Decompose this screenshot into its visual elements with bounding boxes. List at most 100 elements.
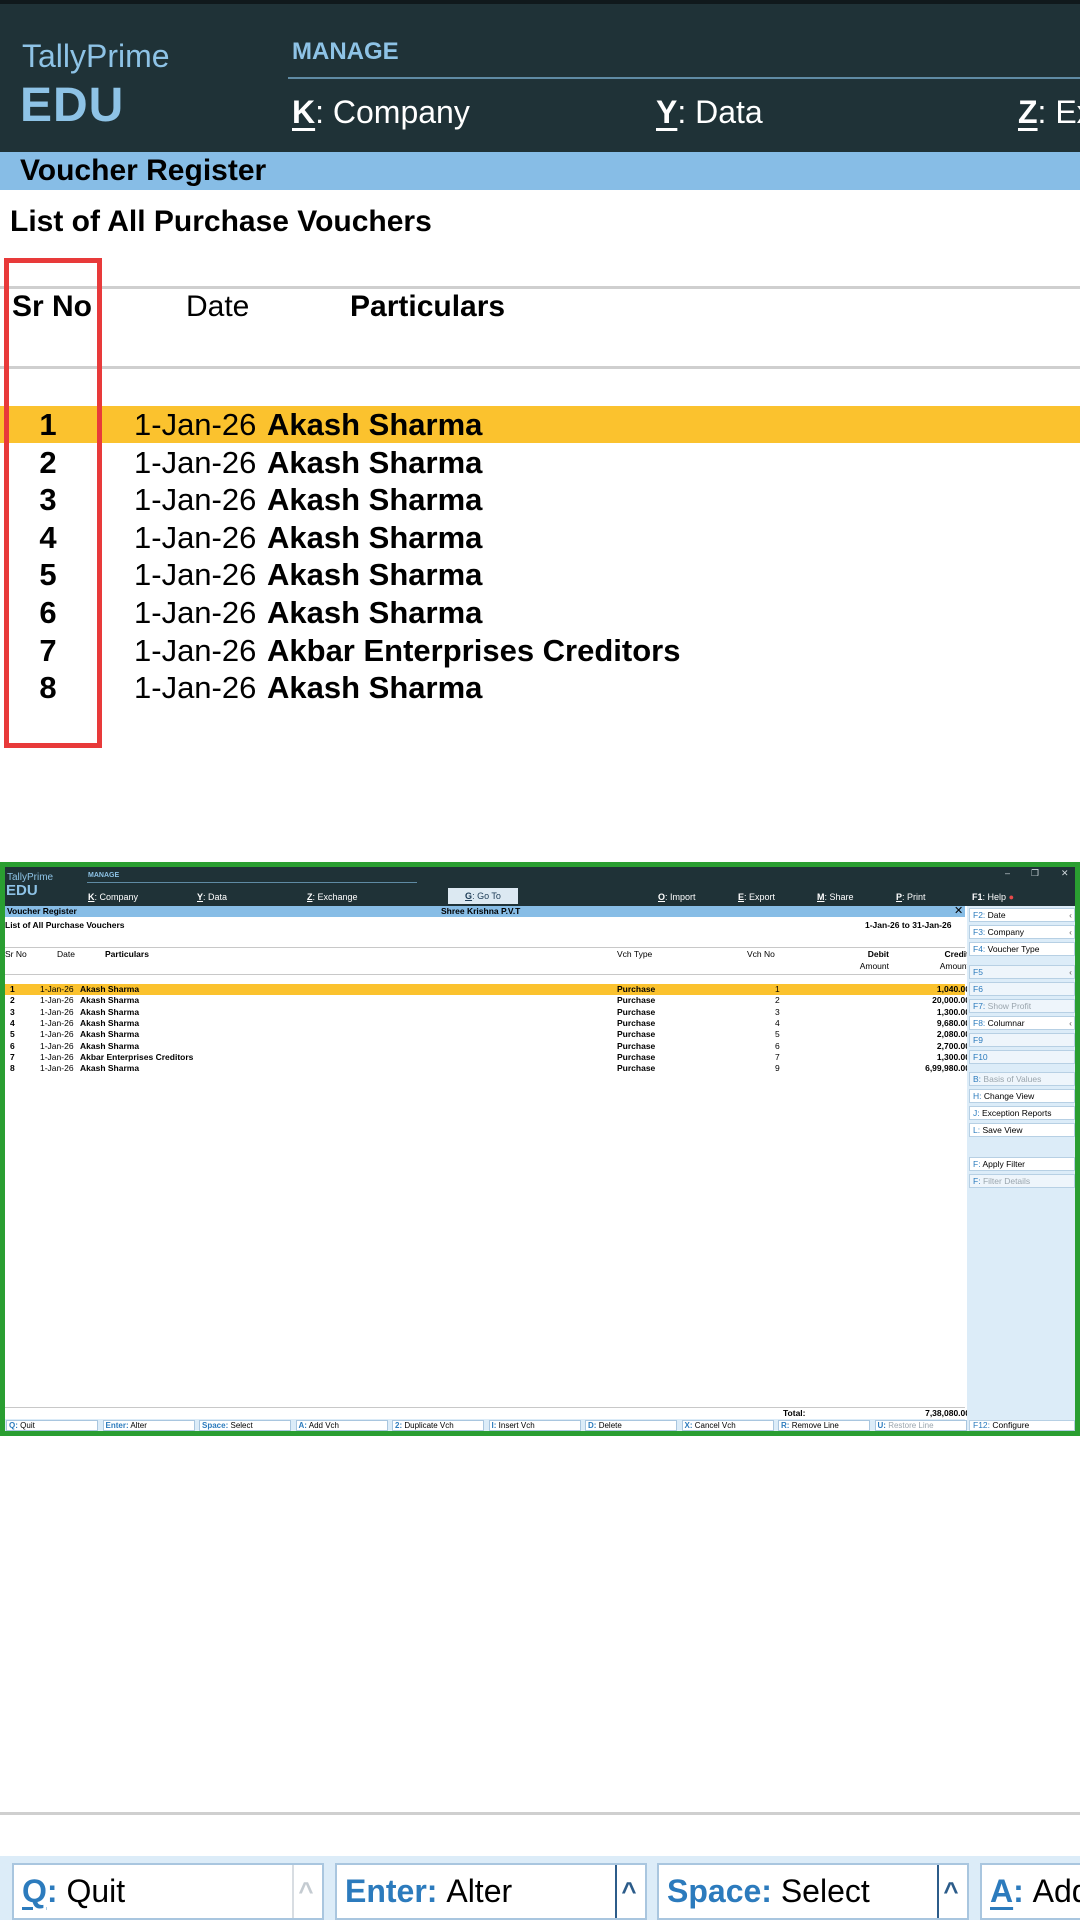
- sidebar-item-f6[interactable]: F6: [969, 982, 1075, 996]
- sr-no-cell: 1: [10, 984, 15, 994]
- zoomed-top-view: TallyPrime EDU MANAGE K: Company Y: Data…: [0, 0, 1080, 750]
- table-row[interactable]: 5 1-Jan-26 Akash Sharma Purchase 5 2,080.00: [5, 1029, 970, 1040]
- sr-no-cell: 6: [10, 1040, 15, 1051]
- bottom-button-add-vch[interactable]: A: Add Vch: [295, 1420, 388, 1431]
- bottom-button-restore-line[interactable]: U: Restore Line: [874, 1420, 967, 1431]
- close-report-icon[interactable]: ✕: [954, 905, 963, 917]
- menu-exchange[interactable]: Z: Exchange: [307, 892, 358, 902]
- sidebar-item-exception-reports[interactable]: J: Exception Reports: [969, 1106, 1075, 1120]
- sidebar-item-change-view[interactable]: H: Change View: [969, 1089, 1075, 1103]
- particulars-cell: Akash Sharma: [80, 1029, 140, 1040]
- column-vch-no: Vch No: [747, 949, 775, 959]
- table-row[interactable]: 2 1-Jan-26 Akash Sharma: [0, 444, 1080, 481]
- date-cell: 1-Jan-26: [134, 557, 257, 593]
- menu-print[interactable]: P: Print: [896, 892, 926, 902]
- table-row[interactable]: 1 1-Jan-26 Akash Sharma: [0, 406, 1080, 443]
- menu-export[interactable]: E: Export: [738, 892, 775, 902]
- date-cell: 1-Jan-26: [134, 407, 257, 442]
- bottom-button-duplicate-vch[interactable]: 2: Duplicate Vch: [392, 1420, 484, 1431]
- company-name: Shree Krishna P.V.T: [441, 906, 521, 916]
- table-row[interactable]: 5 1-Jan-26 Akash Sharma: [0, 556, 1080, 593]
- column-particulars: Particulars: [105, 949, 149, 959]
- particulars-cell: Akash Sharma: [267, 670, 483, 706]
- table-row[interactable]: 8 1-Jan-26 Akash Sharma: [0, 669, 1080, 706]
- date-cell: 1-Jan-26: [40, 1006, 74, 1017]
- particulars-cell: Akash Sharma: [80, 1006, 140, 1017]
- date-cell: 1-Jan-26: [40, 1029, 74, 1040]
- particulars-cell: Akbar Enterprises Creditors: [80, 1051, 194, 1062]
- column-header-bottom-rule: [5, 974, 965, 975]
- table-row[interactable]: 1 1-Jan-26 Akash Sharma Purchase 1 1,040.00: [5, 984, 970, 996]
- table-row[interactable]: 7 1-Jan-26 Akbar Enterprises Creditors Purc…: [5, 1051, 970, 1063]
- bottom-button-cancel-vch[interactable]: X: Cancel Vch: [681, 1420, 774, 1431]
- table-row[interactable]: 6 1-Jan-26 Akash Sharma: [0, 594, 1080, 631]
- table-row[interactable]: 3 1-Jan-26 Akash Sharma: [0, 481, 1080, 518]
- vch-type-cell: Purchase: [617, 995, 656, 1006]
- sr-no-cell: 7: [10, 1051, 15, 1062]
- caret-up-icon: ^: [292, 1865, 318, 1918]
- brand-edition: EDU: [20, 79, 125, 132]
- bottom-button-alter[interactable]: Enter: Alter: [102, 1420, 195, 1431]
- sidebar-item-voucher-type[interactable]: F4: Voucher Type: [969, 942, 1075, 956]
- restore-icon[interactable]: ❐: [1031, 868, 1039, 879]
- vch-type-cell: Purchase: [617, 1006, 656, 1017]
- menu-share[interactable]: M: Share: [817, 892, 854, 902]
- sidebar-item-date[interactable]: F2: Date ‹: [969, 908, 1075, 922]
- add-vch-button-partial[interactable]: A: Add: [980, 1863, 1080, 1920]
- table-row[interactable]: 4 1-Jan-26 Akash Sharma: [0, 519, 1080, 556]
- table-row[interactable]: 8 1-Jan-26 Akash Sharma Purchase 9 6,99,980.0…: [5, 1063, 970, 1074]
- bottom-button-select[interactable]: Space: Select: [199, 1420, 291, 1431]
- menu-import[interactable]: O: Import: [658, 892, 696, 902]
- vch-no-cell: 6: [775, 1040, 780, 1051]
- sidebar-item-configure[interactable]: F12: Configure: [969, 1420, 1075, 1431]
- quit-button[interactable]: Q: Quit ^: [12, 1863, 324, 1920]
- particulars-cell: Akash Sharma: [267, 557, 483, 593]
- menu-go-to[interactable]: G: Go To: [448, 888, 518, 904]
- column-debit: Debit: [867, 949, 889, 959]
- date-cell: 1-Jan-26: [40, 984, 74, 994]
- select-button[interactable]: Space: Select ^: [657, 1863, 969, 1920]
- bottom-button-delete[interactable]: D: Delete: [585, 1420, 677, 1431]
- table-row[interactable]: 7 1-Jan-26 Akbar Enterprises Creditors: [0, 632, 1080, 669]
- sidebar-item-f10[interactable]: F10: [969, 1050, 1075, 1064]
- close-window-icon[interactable]: ✕: [1061, 868, 1069, 879]
- sr-no-cell: 8: [10, 1063, 15, 1074]
- sidebar-item-columnar[interactable]: F8: Columnar ‹: [969, 1016, 1075, 1030]
- menu-exchange-partial[interactable]: Z: Ex: [1018, 94, 1080, 131]
- table-row[interactable]: 6 1-Jan-26 Akash Sharma Purchase 6 2,700.00: [5, 1040, 970, 1052]
- menu-data[interactable]: Y: Data: [656, 94, 763, 131]
- menu-company[interactable]: K: Company: [88, 892, 138, 902]
- sidebar-item-show-profit[interactable]: F7: Show Profit: [969, 999, 1075, 1013]
- table-row[interactable]: 3 1-Jan-26 Akash Sharma Purchase 3 1,300.00: [5, 1006, 970, 1018]
- credit-cell: 1,300.00: [936, 1051, 970, 1062]
- particulars-cell: Akash Sharma: [267, 444, 483, 480]
- caret-left-icon: ‹: [1069, 1018, 1072, 1028]
- app-header: [0, 0, 1080, 152]
- sidebar-item-apply-filter[interactable]: F: Apply Filter: [969, 1157, 1075, 1171]
- vch-no-cell: 5: [775, 1029, 780, 1040]
- menu-company[interactable]: K: Company: [292, 94, 470, 131]
- bottom-button-quit[interactable]: Q: Quit: [6, 1420, 98, 1431]
- menu-help[interactable]: F1: Help ●: [972, 892, 1014, 902]
- table-row[interactable]: 4 1-Jan-26 Akash Sharma Purchase 4 9,680.00: [5, 1017, 970, 1029]
- sidebar-item-f9[interactable]: F9: [969, 1033, 1075, 1047]
- alter-button[interactable]: Enter: Alter ^: [335, 1863, 647, 1920]
- sr-no-cell: 2: [10, 995, 15, 1006]
- particulars-cell: Akash Sharma: [80, 1017, 140, 1028]
- menu-data[interactable]: Y: Data: [197, 892, 227, 902]
- sidebar-item-basis-of-values[interactable]: B: Basis of Values: [969, 1072, 1075, 1086]
- sidebar-item-filter-details[interactable]: F: Filter Details: [969, 1174, 1075, 1188]
- section-label: MANAGE: [88, 872, 120, 879]
- sidebar-item-company[interactable]: F3: Company ‹: [969, 925, 1075, 939]
- credit-cell: 2,080.00: [936, 1029, 970, 1040]
- sidebar-item-f5[interactable]: F5 ‹: [969, 965, 1075, 979]
- sidebar-item-save-view[interactable]: L: Save View: [969, 1123, 1075, 1137]
- total-rule: [5, 1407, 965, 1408]
- column-header-bottom-rule: [0, 366, 1080, 369]
- report-subtitle: List of All Purchase Vouchers: [10, 205, 432, 238]
- minimize-icon[interactable]: –: [1005, 868, 1010, 878]
- bottom-button-remove-line[interactable]: R: Remove Line: [778, 1420, 870, 1431]
- date-cell: 1-Jan-26: [40, 1063, 74, 1074]
- table-row[interactable]: 2 1-Jan-26 Akash Sharma Purchase 2 20,000.00: [5, 995, 970, 1006]
- bottom-button-insert-vch[interactable]: I: Insert Vch: [488, 1420, 581, 1431]
